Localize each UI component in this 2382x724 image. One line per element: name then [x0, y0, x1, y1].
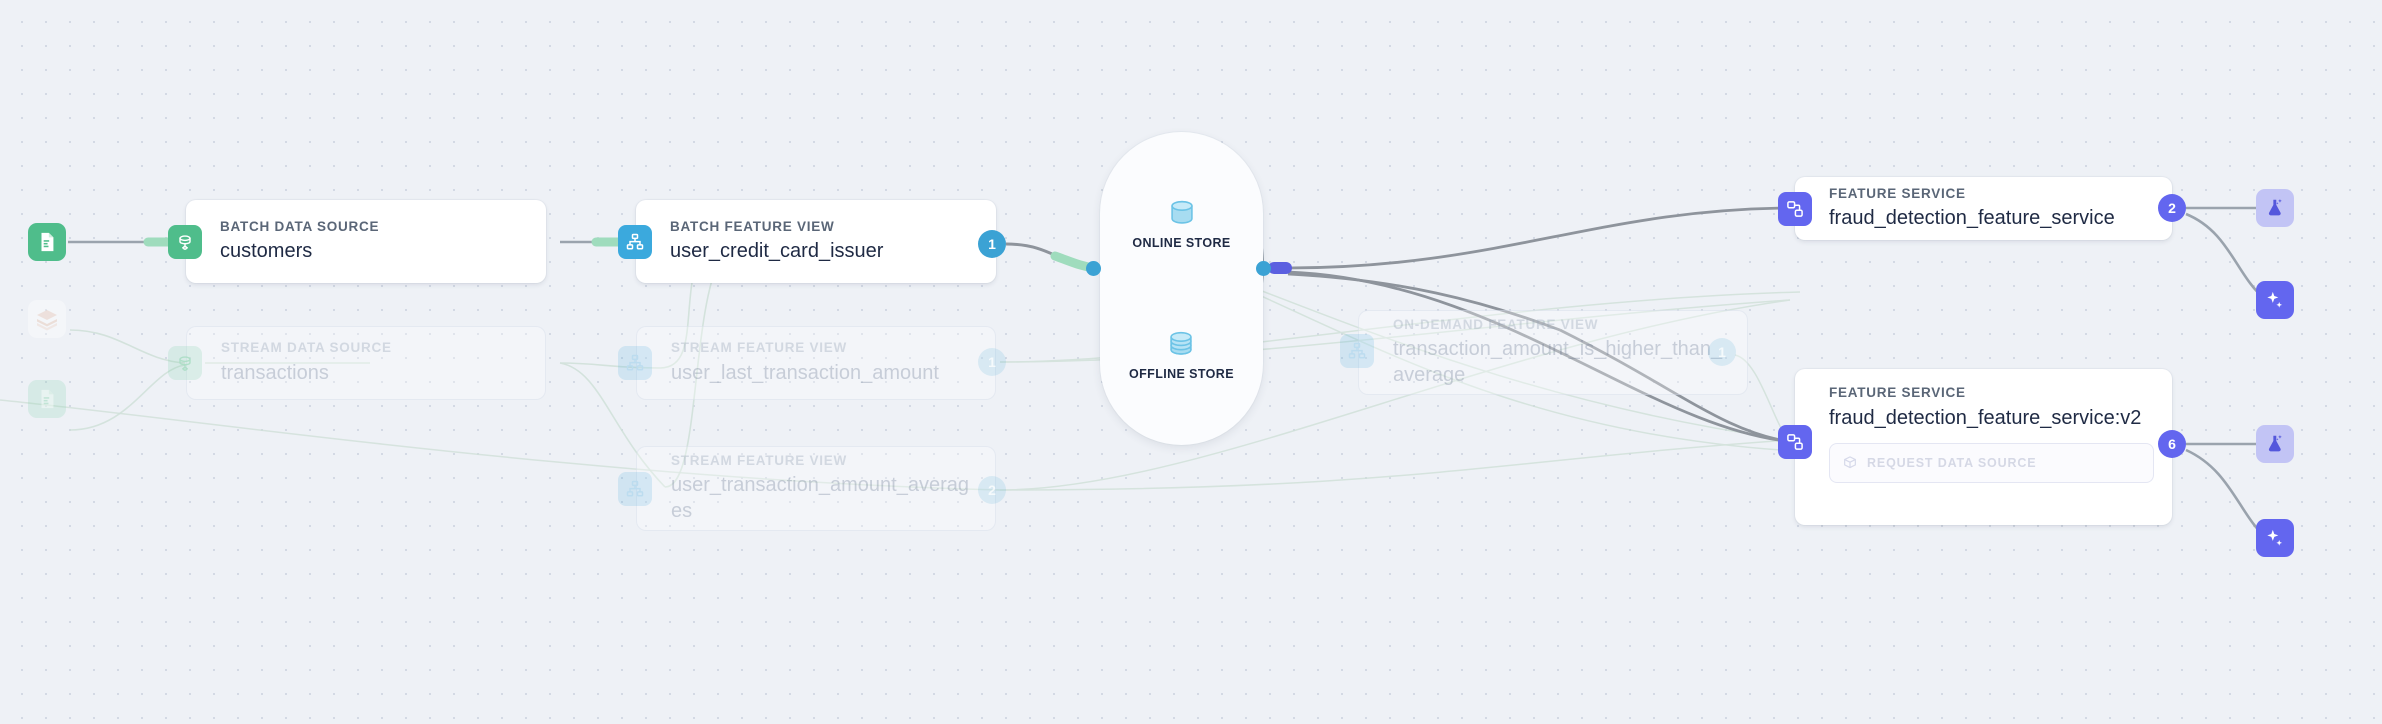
node-kind-label: STREAM FEATURE VIEW	[671, 452, 847, 468]
database-stacked-cylinder-icon	[1170, 331, 1193, 355]
feature-view-icon-glyph	[626, 480, 644, 497]
store-output-port[interactable]	[1256, 261, 1271, 276]
databricks-icon-glyph	[37, 310, 57, 331]
node-badge-count[interactable]: 6	[2158, 430, 2186, 458]
offline-store-item[interactable]: OFFLINE STORE	[1129, 327, 1234, 381]
databricks-icon[interactable]	[28, 300, 66, 338]
database-source-icon[interactable]	[168, 225, 202, 259]
node-title-label: fraud_detection_feature_service	[1829, 207, 2115, 230]
feature-service-icon[interactable]	[1778, 192, 1812, 226]
node-feature-service-fraud-detection[interactable]: FEATURE SERVICE fraud_detection_feature_…	[1795, 177, 2172, 240]
sparkle-icon[interactable]	[2256, 519, 2294, 557]
node-badge-count[interactable]: 2	[978, 476, 1006, 504]
node-batch-data-source-customers[interactable]: BATCH DATA SOURCE customers	[186, 200, 546, 283]
node-stream-feature-view-user-last-transaction-amount[interactable]: STREAM FEATURE VIEW user_last_transactio…	[636, 326, 996, 400]
sparkle-icon[interactable]	[2256, 281, 2294, 319]
request-data-source-label: REQUEST DATA SOURCE	[1867, 455, 2037, 470]
node-title-label: fraud_detection_feature_service:v2	[1829, 406, 2142, 429]
feature-view-icon-glyph	[626, 354, 644, 371]
sparkle-icon-glyph	[2267, 529, 2283, 546]
feature-view-icon[interactable]	[618, 472, 652, 506]
offline-store-label: OFFLINE STORE	[1129, 366, 1234, 381]
node-stream-data-source-transactions[interactable]: STREAM DATA SOURCE transactions	[186, 326, 546, 400]
node-kind-label: BATCH FEATURE VIEW	[670, 218, 835, 234]
node-title-label: transactions	[221, 361, 329, 384]
node-kind-label: FEATURE SERVICE	[1829, 185, 1966, 201]
node-kind-label: ON-DEMAND FEATURE VIEW	[1393, 316, 1599, 332]
flask-sparkle-icon-glyph	[2268, 435, 2282, 452]
feature-service-icon-glyph	[1787, 434, 1803, 450]
sparkle-icon-glyph	[2267, 291, 2283, 308]
node-title-label: customers	[220, 240, 313, 263]
node-kind-label: BATCH DATA SOURCE	[220, 218, 380, 234]
node-batch-feature-view-user-credit-card-issuer[interactable]: BATCH FEATURE VIEW user_credit_card_issu…	[636, 200, 996, 283]
cube-request-icon	[1844, 456, 1856, 469]
node-badge-count[interactable]: 1	[978, 230, 1006, 258]
online-store-item[interactable]: ONLINE STORE	[1132, 196, 1230, 250]
flask-sparkle-icon[interactable]	[2256, 189, 2294, 227]
file-document-icon[interactable]	[28, 223, 66, 261]
feature-store-capsule[interactable]: ONLINE STORE OFFLINE STORE	[1100, 132, 1263, 445]
store-input-port[interactable]	[1086, 261, 1101, 276]
node-feature-service-fraud-detection-v2[interactable]: FEATURE SERVICE fraud_detection_feature_…	[1795, 369, 2172, 525]
feature-service-icon-glyph	[1787, 201, 1803, 217]
feature-view-icon-glyph	[1348, 342, 1366, 359]
flask-sparkle-icon[interactable]	[2256, 425, 2294, 463]
database-cylinder-icon	[1170, 201, 1193, 224]
database-source-icon-glyph	[179, 356, 191, 371]
request-data-source-pill[interactable]: REQUEST DATA SOURCE	[1829, 442, 2154, 483]
store-output-port-bar[interactable]	[1268, 262, 1292, 274]
node-kind-label: STREAM FEATURE VIEW	[671, 340, 847, 356]
node-title-label: user_credit_card_issuer	[670, 240, 884, 263]
lineage-graph-canvas[interactable]: BATCH DATA SOURCE customers STREAM DATA …	[0, 0, 2382, 724]
flask-sparkle-icon-glyph	[2268, 199, 2282, 216]
node-badge-count[interactable]: 2	[2158, 194, 2186, 222]
node-kind-label: FEATURE SERVICE	[1829, 385, 1966, 400]
node-title-label: transaction_amount_is_higher_than_averag…	[1393, 338, 1723, 387]
node-badge-count[interactable]: 1	[1708, 338, 1736, 366]
feature-service-icon[interactable]	[1778, 425, 1812, 459]
node-title-label: user_last_transaction_amount	[671, 361, 939, 384]
node-on-demand-feature-view-transaction-amount-is-higher-than-average[interactable]: ON-DEMAND FEATURE VIEW transaction_amoun…	[1358, 310, 1748, 395]
node-badge-count[interactable]: 1	[978, 348, 1006, 376]
online-store-label: ONLINE STORE	[1132, 236, 1231, 251]
feature-view-icon[interactable]	[618, 346, 652, 380]
node-title-label: user_transaction_amount_averages	[671, 474, 969, 523]
feature-view-icon-glyph	[626, 233, 644, 250]
node-kind-label: STREAM DATA SOURCE	[221, 340, 392, 356]
file-document-icon-glyph	[41, 232, 54, 252]
feature-view-icon[interactable]	[618, 225, 652, 259]
file-document-icon-glyph	[41, 389, 54, 409]
database-source-icon-glyph	[179, 235, 191, 250]
database-source-icon[interactable]	[168, 346, 202, 380]
file-document-icon[interactable]	[28, 380, 66, 418]
node-stream-feature-view-user-transaction-amount-averages[interactable]: STREAM FEATURE VIEW user_transaction_amo…	[636, 446, 996, 531]
feature-view-icon[interactable]	[1340, 334, 1374, 368]
